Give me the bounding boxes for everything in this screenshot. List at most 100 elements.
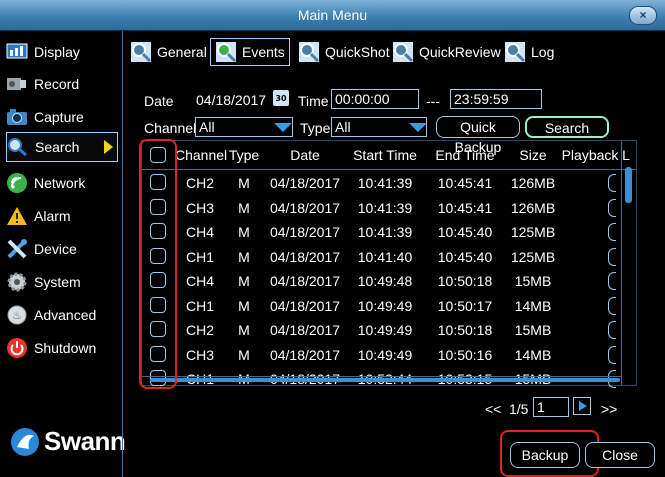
table-row[interactable]: CH1 M 04/18/2017 10:41:40 10:45:40 125MB bbox=[142, 245, 618, 269]
table-cell: 04/18/2017 bbox=[269, 273, 341, 289]
sidebar-item-capture[interactable]: Capture bbox=[6, 102, 118, 132]
channel-label: Channel bbox=[144, 120, 197, 136]
sidebar-item-system[interactable]: System bbox=[6, 267, 118, 297]
table-row[interactable]: CH4 M 04/18/2017 10:41:39 10:45:40 125MB bbox=[142, 220, 618, 244]
chevron-down-icon[interactable] bbox=[409, 123, 427, 132]
channel-select-value: All bbox=[199, 119, 215, 135]
tab-general[interactable]: General bbox=[130, 38, 207, 66]
table-cell: 14MB bbox=[514, 297, 552, 314]
table-row[interactable]: CH3 M 04/18/2017 10:49:49 10:50:16 14MB bbox=[142, 343, 618, 367]
horizontal-scrollbar[interactable] bbox=[142, 376, 622, 385]
playback-button[interactable] bbox=[608, 272, 616, 290]
scroll-thumb[interactable] bbox=[150, 378, 620, 382]
sidebar-item-label: Search bbox=[35, 139, 80, 155]
type-select-value: All bbox=[335, 119, 351, 135]
title-bar: Main Menu × bbox=[0, 0, 665, 31]
scroll-thumb[interactable] bbox=[625, 167, 632, 203]
table-cell: 04/18/2017 bbox=[269, 322, 341, 338]
sidebar-item-record[interactable]: Record bbox=[6, 69, 118, 99]
table-cell: M bbox=[238, 199, 250, 216]
table-row[interactable]: CH3 M 04/18/2017 10:41:39 10:45:41 126MB bbox=[142, 196, 618, 220]
date-field[interactable]: 04/18/2017 bbox=[192, 90, 268, 110]
search-icon bbox=[7, 136, 29, 158]
calendar-icon[interactable]: 30 bbox=[273, 90, 289, 106]
sidebar-item-label: Capture bbox=[34, 109, 84, 125]
close-window-button[interactable]: × bbox=[629, 6, 657, 25]
display-icon bbox=[6, 41, 28, 63]
table-cell: 10:45:41 bbox=[437, 199, 493, 216]
prev-page-link[interactable]: << bbox=[485, 401, 501, 417]
search-button[interactable]: Search bbox=[525, 116, 609, 138]
table-cell: 125MB bbox=[510, 224, 556, 240]
column-header: Playback bbox=[561, 147, 619, 163]
tab-quickreview[interactable]: QuickReview bbox=[392, 38, 501, 66]
playback-button[interactable] bbox=[608, 296, 616, 315]
sidebar-item-alarm[interactable]: Alarm bbox=[6, 201, 118, 231]
active-arrow-icon bbox=[104, 140, 113, 154]
sidebar-item-display[interactable]: Display bbox=[6, 37, 118, 67]
table-cell: M bbox=[238, 175, 250, 191]
quick-backup-button[interactable]: Quick Backup bbox=[436, 116, 520, 155]
sidebar-item-label: Alarm bbox=[34, 208, 71, 224]
column-header: Start Time bbox=[353, 147, 417, 163]
sidebar-item-search[interactable]: Search bbox=[6, 132, 118, 162]
magnifier-icon bbox=[393, 42, 414, 63]
sidebar-item-network[interactable]: Network bbox=[6, 168, 118, 198]
table-cell: CH1 bbox=[185, 248, 214, 265]
svg-text:♨: ♨ bbox=[12, 309, 22, 322]
results-table: Channel Type Date Start Time End Time Si… bbox=[141, 140, 637, 388]
magnifier-icon bbox=[505, 42, 526, 63]
tab-log[interactable]: Log bbox=[504, 38, 554, 66]
system-icon bbox=[6, 271, 28, 293]
playback-button[interactable] bbox=[608, 321, 616, 339]
table-row[interactable]: CH2 M 04/18/2017 10:41:39 10:45:41 126MB bbox=[142, 171, 618, 195]
tab-label: Log bbox=[531, 44, 555, 60]
tab-events[interactable]: Events bbox=[210, 38, 290, 66]
time-separator: --- bbox=[426, 93, 440, 109]
go-page-button[interactable] bbox=[573, 397, 591, 415]
table-cell: 15MB bbox=[514, 322, 552, 338]
end-time-field[interactable]: 23:59:59 bbox=[450, 89, 542, 109]
sidebar-divider bbox=[122, 31, 123, 477]
table-cell: 10:45:41 bbox=[437, 175, 493, 191]
table-row[interactable]: CH4 M 04/18/2017 10:49:48 10:50:18 15MB bbox=[142, 269, 618, 293]
playback-button[interactable] bbox=[608, 223, 616, 241]
shutdown-icon bbox=[6, 337, 28, 359]
type-label: Type bbox=[300, 120, 331, 136]
table-cell: 10:49:49 bbox=[357, 297, 413, 314]
sidebar-item-advanced[interactable]: ♨ Advanced bbox=[6, 300, 118, 330]
sidebar-item-label: System bbox=[34, 274, 81, 290]
playback-button[interactable] bbox=[608, 345, 616, 364]
table-cell: CH2 bbox=[185, 322, 214, 338]
playback-button[interactable] bbox=[608, 247, 616, 266]
device-icon bbox=[6, 238, 28, 260]
next-page-link[interactable]: >> bbox=[601, 401, 617, 417]
table-cell: 10:41:40 bbox=[357, 248, 413, 265]
table-row[interactable]: CH1 M 04/18/2017 10:49:49 10:50:17 14MB bbox=[142, 294, 618, 318]
table-cell: 10:41:39 bbox=[357, 175, 413, 191]
sidebar-item-label: Shutdown bbox=[34, 340, 97, 356]
close-button[interactable]: Close bbox=[585, 442, 655, 468]
tab-quickshot[interactable]: QuickShot bbox=[298, 38, 390, 66]
start-time-field[interactable]: 00:00:00 bbox=[331, 89, 419, 109]
magnifier-icon bbox=[131, 42, 152, 63]
chevron-down-icon[interactable] bbox=[274, 123, 292, 132]
tab-label: General bbox=[157, 44, 207, 60]
table-cell: 04/18/2017 bbox=[269, 297, 341, 314]
network-icon bbox=[6, 172, 28, 194]
table-cell: CH3 bbox=[185, 199, 214, 216]
table-cell: 04/18/2017 bbox=[269, 199, 341, 216]
page-input[interactable]: 1 bbox=[533, 397, 569, 417]
sidebar-item-device[interactable]: Device bbox=[6, 234, 118, 264]
magnifier-icon bbox=[216, 42, 237, 63]
column-header: Channel bbox=[175, 147, 228, 163]
sidebar-item-shutdown[interactable]: Shutdown bbox=[6, 333, 118, 363]
logo-text: Swann bbox=[44, 426, 126, 456]
table-row[interactable]: CH2 M 04/18/2017 10:49:49 10:50:18 15MB bbox=[142, 318, 618, 342]
table-cell: M bbox=[238, 248, 250, 265]
magnifier-icon bbox=[299, 42, 320, 63]
playback-button[interactable] bbox=[608, 198, 616, 217]
playback-button[interactable] bbox=[608, 174, 616, 192]
vertical-scrollbar[interactable] bbox=[621, 141, 636, 385]
table-cell: CH2 bbox=[185, 175, 214, 191]
